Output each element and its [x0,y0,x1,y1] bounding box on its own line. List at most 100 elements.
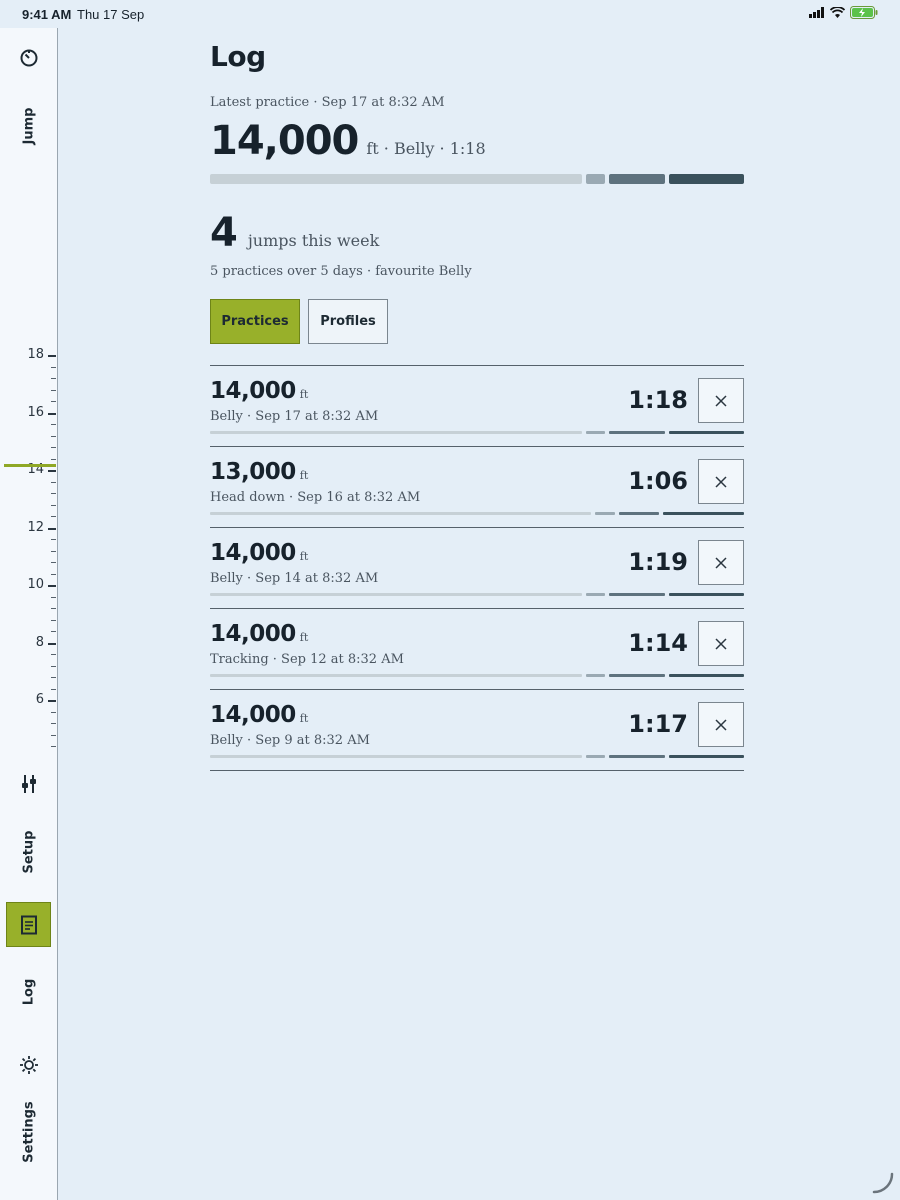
status-icons [809,6,878,19]
jump-nav-label[interactable]: Jump [22,108,37,145]
practice-duration: 1:19 [628,548,688,576]
setup-nav-button[interactable] [0,774,58,794]
sidebar: Jump 18 16 14 12 10 8 6 Setup Log Settin… [0,28,58,1200]
tab-profiles[interactable]: Profiles [308,299,388,344]
delete-practice-button[interactable] [698,702,744,747]
ruler-minor-tick [51,631,56,632]
practice-phase-bar [210,755,744,758]
ruler-minor-tick [51,458,56,460]
phase-segment [609,174,665,184]
log-nav-label[interactable]: Log [22,979,37,1006]
ruler-minor-tick [51,746,56,747]
log-nav-button[interactable] [6,902,51,947]
ruler-minor-tick [51,447,56,448]
delete-practice-button[interactable] [698,378,744,423]
ruler-label: 12 [27,519,44,535]
practice-duration: 1:17 [628,710,688,738]
practice-altitude-value: 14,000 [210,702,296,728]
practice-row[interactable]: 13,000 ft Head down · Sep 16 at 8:32 AM 1:0… [210,447,744,528]
practice-row[interactable]: 14,000 ft Tracking · Sep 12 at 8:32 AM 1:14 [210,609,744,690]
phase-segment [586,593,605,596]
practice-altitude: 14,000 ft [210,378,308,404]
status-time: 9:41 AM [22,7,72,22]
phase-segment [210,674,582,677]
ruler-minor-tick [51,711,56,713]
ruler-minor-tick [51,481,56,483]
phase-segment [609,431,665,434]
phase-segment [669,755,744,758]
phase-segment [586,674,605,677]
practice-phase-bar [210,512,744,515]
week-subtext: 5 practices over 5 days · favourite Bell… [210,264,472,279]
phase-segment [210,755,582,758]
phase-segment [609,593,665,596]
practice-row[interactable]: 14,000 ft Belly · Sep 14 at 8:32 AM 1:19 [210,528,744,609]
log-tabs: Practices Profiles [210,299,744,344]
latest-practice-label: Latest practice · Sep 17 at 8:32 AM [210,95,445,110]
current-altitude-marker[interactable] [4,464,56,468]
practice-altitude-unit: ft [299,550,309,563]
sliders-icon [22,775,36,793]
ruler-label: 6 [35,692,44,707]
phase-segment [669,674,744,677]
ruler-major-tick [48,700,56,702]
practice-list: 14,000 ft Belly · Sep 17 at 8:32 AM 1:18 13,… [210,365,744,771]
setup-nav-label[interactable]: Setup [22,831,37,874]
ruler-minor-tick [51,378,56,379]
practice-altitude-unit: ft [299,388,309,401]
ruler-minor-tick [51,734,56,736]
ruler-minor-tick [51,573,56,575]
close-icon [715,637,727,650]
close-icon [715,475,727,488]
signal-icon [809,7,824,18]
ruler-minor-tick [51,665,56,667]
practice-altitude-value: 14,000 [210,540,296,566]
ruler-minor-tick [51,619,56,621]
delete-practice-button[interactable] [698,540,744,585]
sun-gear-icon [20,1056,38,1074]
settings-nav-label[interactable]: Settings [22,1101,37,1162]
week-jump-count: 4 [210,210,238,256]
phase-segment [210,593,582,596]
practice-duration: 1:14 [628,629,688,657]
close-icon [715,718,727,731]
practice-altitude: 14,000 ft [210,702,308,728]
ruler-minor-tick [51,562,56,563]
practice-altitude-value: 13,000 [210,459,296,485]
phase-segment [609,674,665,677]
altitude-ruler[interactable]: 18 16 14 12 10 8 6 [0,348,58,768]
phase-segment [663,512,744,515]
phase-segment [669,431,744,434]
practice-row[interactable]: 14,000 ft Belly · Sep 17 at 8:32 AM 1:18 [210,366,744,447]
phase-segment [586,431,605,434]
phase-segment [586,174,605,184]
phase-segment [586,755,605,758]
practice-duration: 1:18 [628,386,688,414]
tab-practices[interactable]: Practices [210,299,300,344]
ruler-minor-tick [51,516,56,517]
page-title: Log [210,40,266,73]
jump-nav-button[interactable] [0,48,58,68]
delete-practice-button[interactable] [698,621,744,666]
practice-duration: 1:06 [628,467,688,495]
ruler-major-tick [48,642,56,645]
ruler-minor-tick [51,688,56,690]
ruler-major-tick [48,527,56,530]
loading-arc-icon [872,1172,894,1194]
latest-altitude: 14,000 [210,118,359,164]
status-bar: 9:41 AM Thu 17 Sep [0,0,900,28]
phase-segment [609,755,665,758]
practice-altitude-value: 14,000 [210,378,296,404]
ruler-label: 10 [27,577,44,592]
practice-phase-bar [210,593,744,596]
phase-segment [669,174,744,184]
ruler-minor-tick [51,550,56,552]
ruler-minor-tick [51,677,56,678]
ruler-major-tick [48,355,56,357]
document-icon [20,915,37,934]
practice-row[interactable]: 14,000 ft Belly · Sep 9 at 8:32 AM 1:17 [210,690,744,771]
practice-altitude-unit: ft [299,469,309,482]
practice-altitude-unit: ft [299,631,309,644]
delete-practice-button[interactable] [698,459,744,504]
settings-nav-button[interactable] [0,1055,58,1075]
